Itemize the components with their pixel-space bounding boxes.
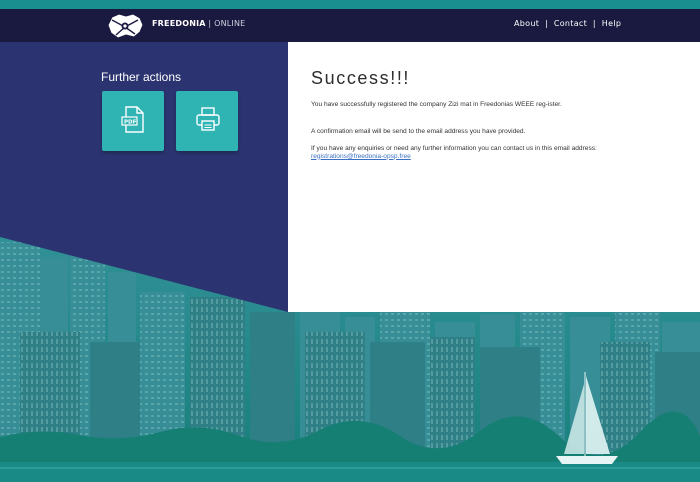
pdf-icon: PDF: [121, 106, 144, 133]
top-navigation: About | Contact | Help: [514, 19, 621, 28]
nav-separator: |: [545, 19, 548, 28]
confirmation-message: A confirmation email will be send to the…: [311, 128, 526, 135]
brand-title: FREEDONIA | ONLINE: [152, 19, 245, 28]
brand-separator: |: [208, 19, 212, 28]
brand-subtitle: ONLINE: [214, 19, 246, 28]
nav-about-link[interactable]: About: [514, 19, 539, 28]
contact-text: If you have any enquiries or need any fu…: [311, 145, 597, 152]
contact-message: If you have any enquiries or need any fu…: [311, 145, 611, 160]
contact-email-link[interactable]: registrations@freedonia-opsp.free: [311, 153, 411, 160]
success-heading: Success!!!: [311, 68, 411, 88]
download-pdf-button[interactable]: PDF: [102, 91, 164, 151]
brand-name: FREEDONIA: [152, 19, 206, 28]
registration-message: You have successfully registered the com…: [311, 101, 562, 108]
print-button[interactable]: [176, 91, 238, 151]
printer-icon: [196, 107, 220, 131]
nav-contact-link[interactable]: Contact: [554, 19, 587, 28]
header-bar: FREEDONIA | ONLINE About | Contact | Hel…: [0, 9, 700, 42]
svg-text:PDF: PDF: [124, 120, 137, 126]
freedonia-logo[interactable]: [104, 11, 146, 41]
nav-help-link[interactable]: Help: [602, 19, 621, 28]
sailboat-image: [556, 372, 618, 464]
further-actions-title: Further actions: [101, 70, 182, 84]
nav-separator: |: [592, 19, 596, 28]
